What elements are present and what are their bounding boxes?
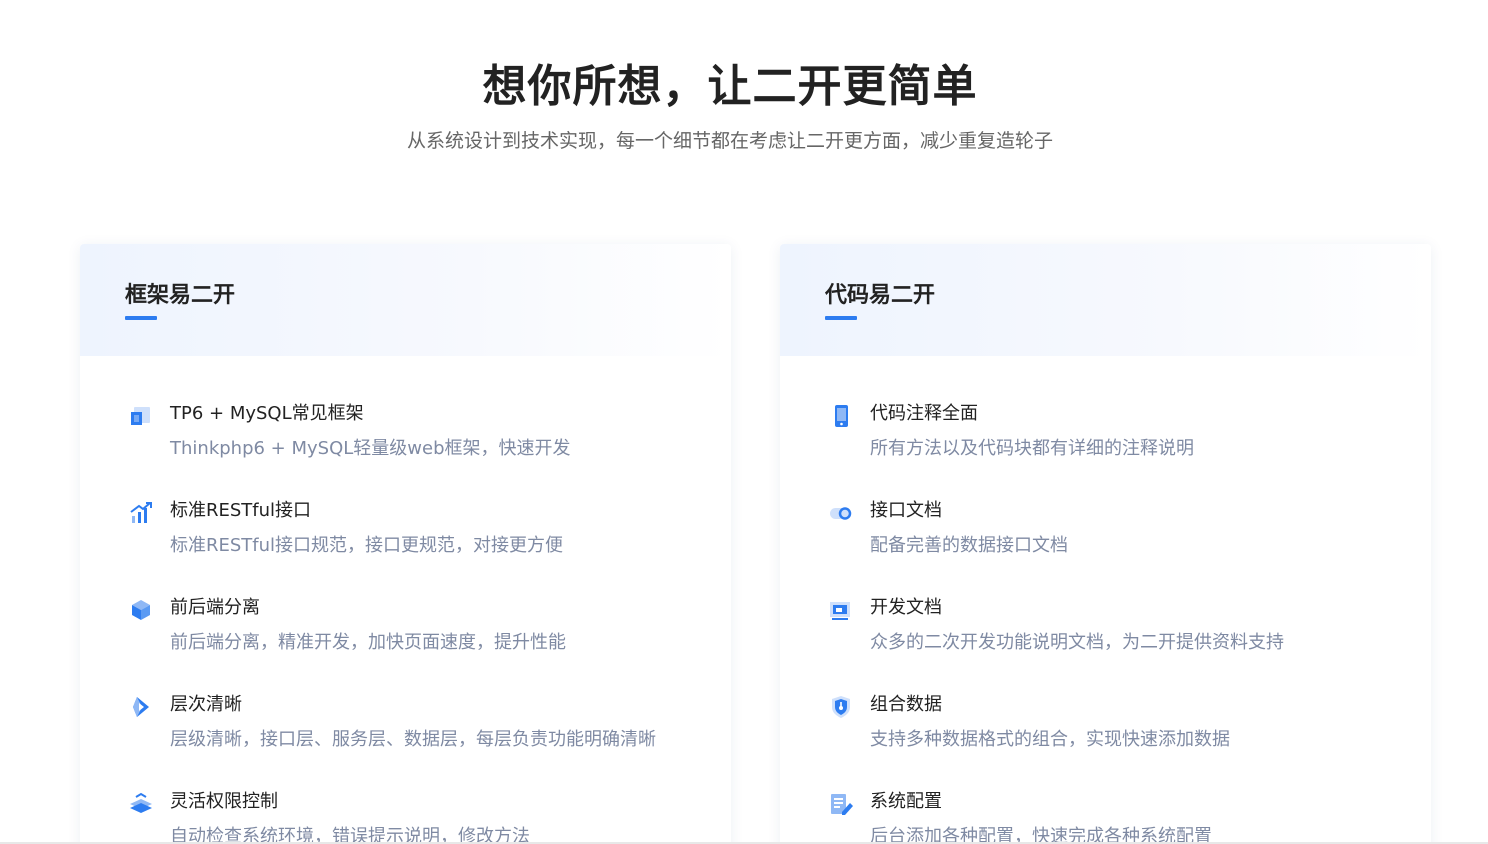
feature-item: 开发文档 众多的二次开发功能说明文档，为二开提供资料支持 (828, 593, 1411, 690)
title-underline (825, 316, 857, 320)
card-title: 代码易二开 (825, 283, 936, 308)
page-title: 想你所想，让二开更简单 (482, 61, 978, 112)
feature-item: 标准RESTful接口 标准RESTful接口规范，接口更规范，对接更方便 (128, 496, 711, 593)
feature-description: 后台添加各种配置，快速完成各种系统配置 (870, 826, 1212, 844)
code-card: 代码易二开 代码注释全面 所有方法以及代码块都有详细的注释说明 接口文档 配备完… (780, 244, 1431, 844)
card-title: 框架易二开 (125, 283, 236, 308)
feature-name: 开发文档 (870, 597, 942, 618)
feature-item: 组合数据 支持多种数据格式的组合，实现快速添加数据 (828, 690, 1411, 787)
feature-description: 众多的二次开发功能说明文档，为二开提供资料支持 (870, 632, 1284, 653)
feature-name: 接口文档 (870, 500, 942, 521)
feature-description: 自动检查系统环境，错误提示说明，修改方法 (170, 826, 530, 844)
layers-arrow-icon (128, 694, 154, 720)
feature-name: 层次清晰 (170, 694, 242, 715)
feature-description: 层级清晰，接口层、服务层、数据层，每层负责功能明确清晰 (170, 729, 656, 750)
feature-item: 前后端分离 前后端分离，精准开发，加快页面速度，提升性能 (128, 593, 711, 690)
shield-icon (828, 694, 854, 720)
framework-card: 框架易二开 TP6 + MySQL常见框架 Thinkphp6 + MySQL轻… (80, 244, 731, 844)
feature-item: 接口文档 配备完善的数据接口文档 (828, 496, 1411, 593)
title-underline (125, 316, 157, 320)
mobile-icon (828, 403, 854, 429)
feature-description: 前后端分离，精准开发，加快页面速度，提升性能 (170, 632, 566, 653)
feature-description: 标准RESTful接口规范，接口更规范，对接更方便 (170, 535, 564, 556)
feature-name: 代码注释全面 (870, 403, 978, 424)
edit-document-icon (828, 791, 854, 817)
feature-name: 灵活权限控制 (170, 791, 278, 812)
feature-name: 系统配置 (870, 791, 942, 812)
toggle-icon (828, 500, 854, 526)
feature-description: 所有方法以及代码块都有详细的注释说明 (870, 438, 1194, 459)
cube-icon (128, 597, 154, 623)
feature-description: Thinkphp6 + MySQL轻量级web框架，快速开发 (170, 438, 571, 459)
feature-list: 代码注释全面 所有方法以及代码块都有详细的注释说明 接口文档 配备完善的数据接口… (828, 399, 1411, 844)
feature-list: TP6 + MySQL常见框架 Thinkphp6 + MySQL轻量级web框… (128, 399, 711, 844)
feature-item: TP6 + MySQL常见框架 Thinkphp6 + MySQL轻量级web框… (128, 399, 711, 496)
card-header: 代码易二开 (780, 244, 1431, 356)
feature-item: 系统配置 后台添加各种配置，快速完成各种系统配置 (828, 787, 1411, 844)
feature-name: 组合数据 (870, 694, 942, 715)
page: 想你所想，让二开更简单 从系统设计到技术实现，每一个细节都在考虑让二开更方面，减… (0, 0, 1488, 844)
page-subtitle: 从系统设计到技术实现，每一个细节都在考虑让二开更方面，减少重复造轮子 (406, 130, 1053, 152)
feature-item: 层次清晰 层级清晰，接口层、服务层、数据层，每层负责功能明确清晰 (128, 690, 711, 787)
feature-description: 配备完善的数据接口文档 (870, 535, 1068, 556)
feature-item: 代码注释全面 所有方法以及代码块都有详细的注释说明 (828, 399, 1411, 496)
feature-item: 灵活权限控制 自动检查系统环境，错误提示说明，修改方法 (128, 787, 711, 844)
card-header: 框架易二开 (80, 244, 731, 356)
feature-name: TP6 + MySQL常见框架 (170, 403, 364, 424)
feature-name: 前后端分离 (170, 597, 260, 618)
chart-growth-icon (128, 500, 154, 526)
feature-description: 支持多种数据格式的组合，实现快速添加数据 (870, 729, 1230, 750)
permission-stack-icon (128, 791, 154, 817)
feature-name: 标准RESTful接口 (170, 500, 312, 521)
monitor-icon (828, 597, 854, 623)
framework-icon (128, 403, 154, 429)
